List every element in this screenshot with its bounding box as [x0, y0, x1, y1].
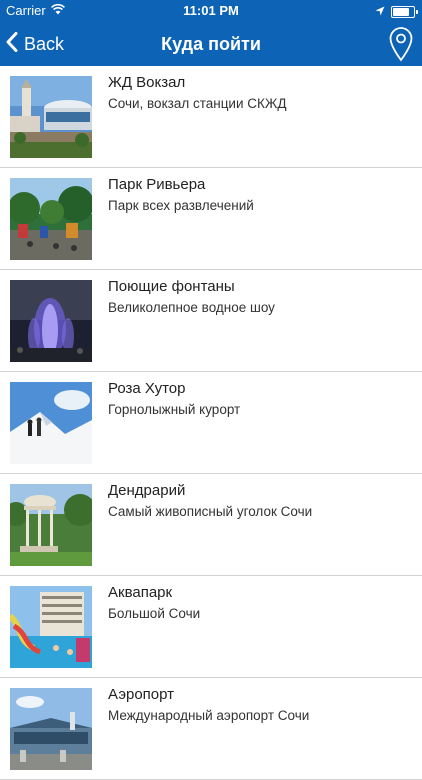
- navigation-bar: Back Куда пойти: [0, 22, 422, 66]
- item-subtitle: Сочи, вокзал станции СКЖД: [108, 96, 287, 111]
- station-image: [10, 76, 92, 158]
- arboretum-image: [10, 484, 92, 566]
- item-title: ЖД Вокзал: [108, 74, 186, 91]
- battery-fill: [393, 7, 410, 16]
- status-right: [375, 4, 418, 19]
- item-title: Парк Ривьера: [108, 176, 206, 193]
- list-item[interactable]: ЖД Вокзал Сочи, вокзал станции СКЖД: [0, 66, 422, 168]
- park-image: [10, 178, 92, 260]
- item-title: Аквапарк: [108, 584, 173, 601]
- ski-resort-image: [10, 382, 92, 464]
- item-title: Аэропорт: [108, 686, 175, 703]
- item-subtitle: Великолепное водное шоу: [108, 300, 275, 315]
- list-item[interactable]: Роза Хутор Горнолыжный курорт: [0, 372, 422, 474]
- list-item[interactable]: Парк Ривьера Парк всех развлечений: [0, 168, 422, 270]
- airport-image: [10, 688, 92, 770]
- page-title: Куда пойти: [161, 34, 261, 54]
- list-item[interactable]: Дендрарий Самый живописный уголок Сочи: [0, 474, 422, 576]
- status-time: 11:01 PM: [183, 3, 239, 18]
- item-subtitle: Самый живописный уголок Сочи: [108, 504, 313, 519]
- waterpark-image: [10, 586, 92, 668]
- map-pin-icon: [388, 27, 414, 66]
- list-item[interactable]: Поющие фонтаны Великолепное водное шоу: [0, 270, 422, 372]
- status-bar: Carrier 11:01 PM: [0, 0, 422, 22]
- item-title: Роза Хутор: [108, 380, 186, 397]
- item-title: Поющие фонтаны: [108, 278, 235, 295]
- list-item[interactable]: Аквапарк Большой Сочи: [0, 576, 422, 678]
- fountain-image: [10, 280, 92, 362]
- location-arrow-icon: [375, 4, 385, 19]
- list-item[interactable]: Аэропорт Международный аэропорт Сочи: [0, 678, 422, 780]
- item-subtitle: Международный аэропорт Сочи: [108, 708, 310, 723]
- item-subtitle: Парк всех развлечений: [108, 198, 254, 213]
- battery-icon: [391, 5, 418, 18]
- item-subtitle: Горнолыжный курорт: [108, 402, 241, 417]
- item-title: Дендрарий: [108, 482, 186, 499]
- item-subtitle: Большой Сочи: [108, 606, 201, 621]
- map-pin-button[interactable]: [388, 26, 414, 62]
- places-list: ЖД Вокзал Сочи, вокзал станции СКЖД Парк…: [0, 66, 422, 780]
